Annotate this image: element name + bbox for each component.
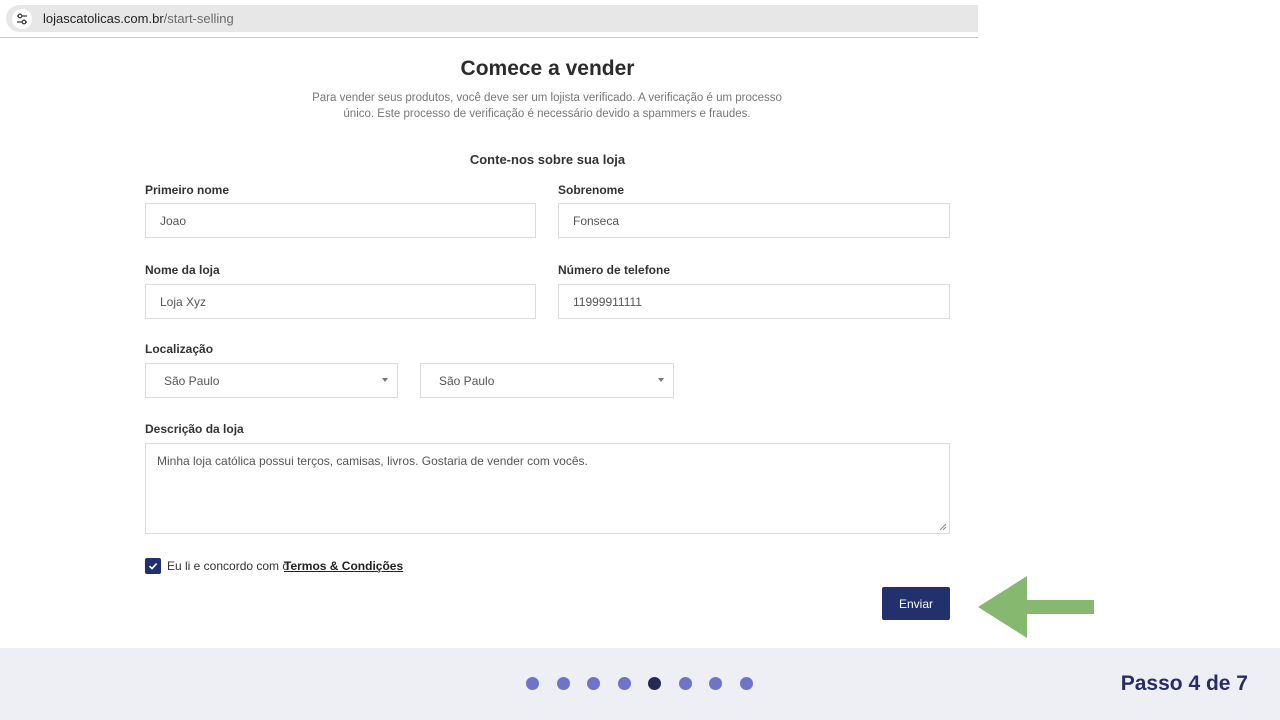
store-name-input[interactable] [145,284,536,319]
browser-address-bar: lojascatolicas.com.br/start-selling [0,0,978,38]
terms-text: Eu li e concordo com o [167,559,290,573]
first-name-label: Primeiro nome [145,183,230,197]
step-label: Passo 4 de 7 [1120,672,1248,695]
progress-dot [648,677,661,690]
progress-dot [709,677,722,690]
city-value: São Paulo [439,374,495,388]
progress-dot [556,677,570,690]
first-name-input[interactable] [145,203,536,238]
check-icon [148,563,158,570]
progress-dot [587,677,600,690]
state-value: São Paulo [164,374,220,388]
progress-dot [526,677,539,690]
state-select[interactable]: São Paulo [145,363,398,398]
chevron-down-icon [658,378,664,382]
progress-dot [617,677,631,690]
arrow-left-icon [978,576,1094,638]
terms-link[interactable]: Termos & Condições [284,559,403,573]
chevron-down-icon [382,378,388,382]
intro-text: Para vender seus produtos, você deve ser… [312,92,782,120]
url-domain: lojascatolicas.com.br [43,11,164,26]
section-title: Conte-nos sobre sua loja [469,152,626,167]
last-name-label: Sobrenome [558,183,625,197]
progress-dot [678,677,692,690]
tune-icon[interactable] [12,9,32,29]
page-title: Comece a vender [460,57,635,80]
phone-label: Número de telefone [558,263,671,277]
progress-footer: Passo 4 de 7 [0,648,1280,720]
location-label: Localização [145,342,214,356]
url-box[interactable]: lojascatolicas.com.br/start-selling [6,5,978,32]
description-textarea[interactable]: Minha loja católica possui terços, camis… [145,443,950,534]
progress-dot [739,677,753,690]
url-text[interactable]: lojascatolicas.com.br/start-selling [43,11,234,26]
store-name-label: Nome da loja [145,263,220,277]
submit-button[interactable]: Enviar [882,587,950,620]
resize-handle-icon[interactable] [939,523,947,531]
city-select[interactable]: São Paulo [420,363,674,398]
url-path: /start-selling [163,11,234,26]
description-label: Descrição da loja [145,422,244,436]
terms-checkbox[interactable] [145,558,161,574]
phone-input[interactable] [558,284,950,319]
last-name-input[interactable] [558,203,950,238]
